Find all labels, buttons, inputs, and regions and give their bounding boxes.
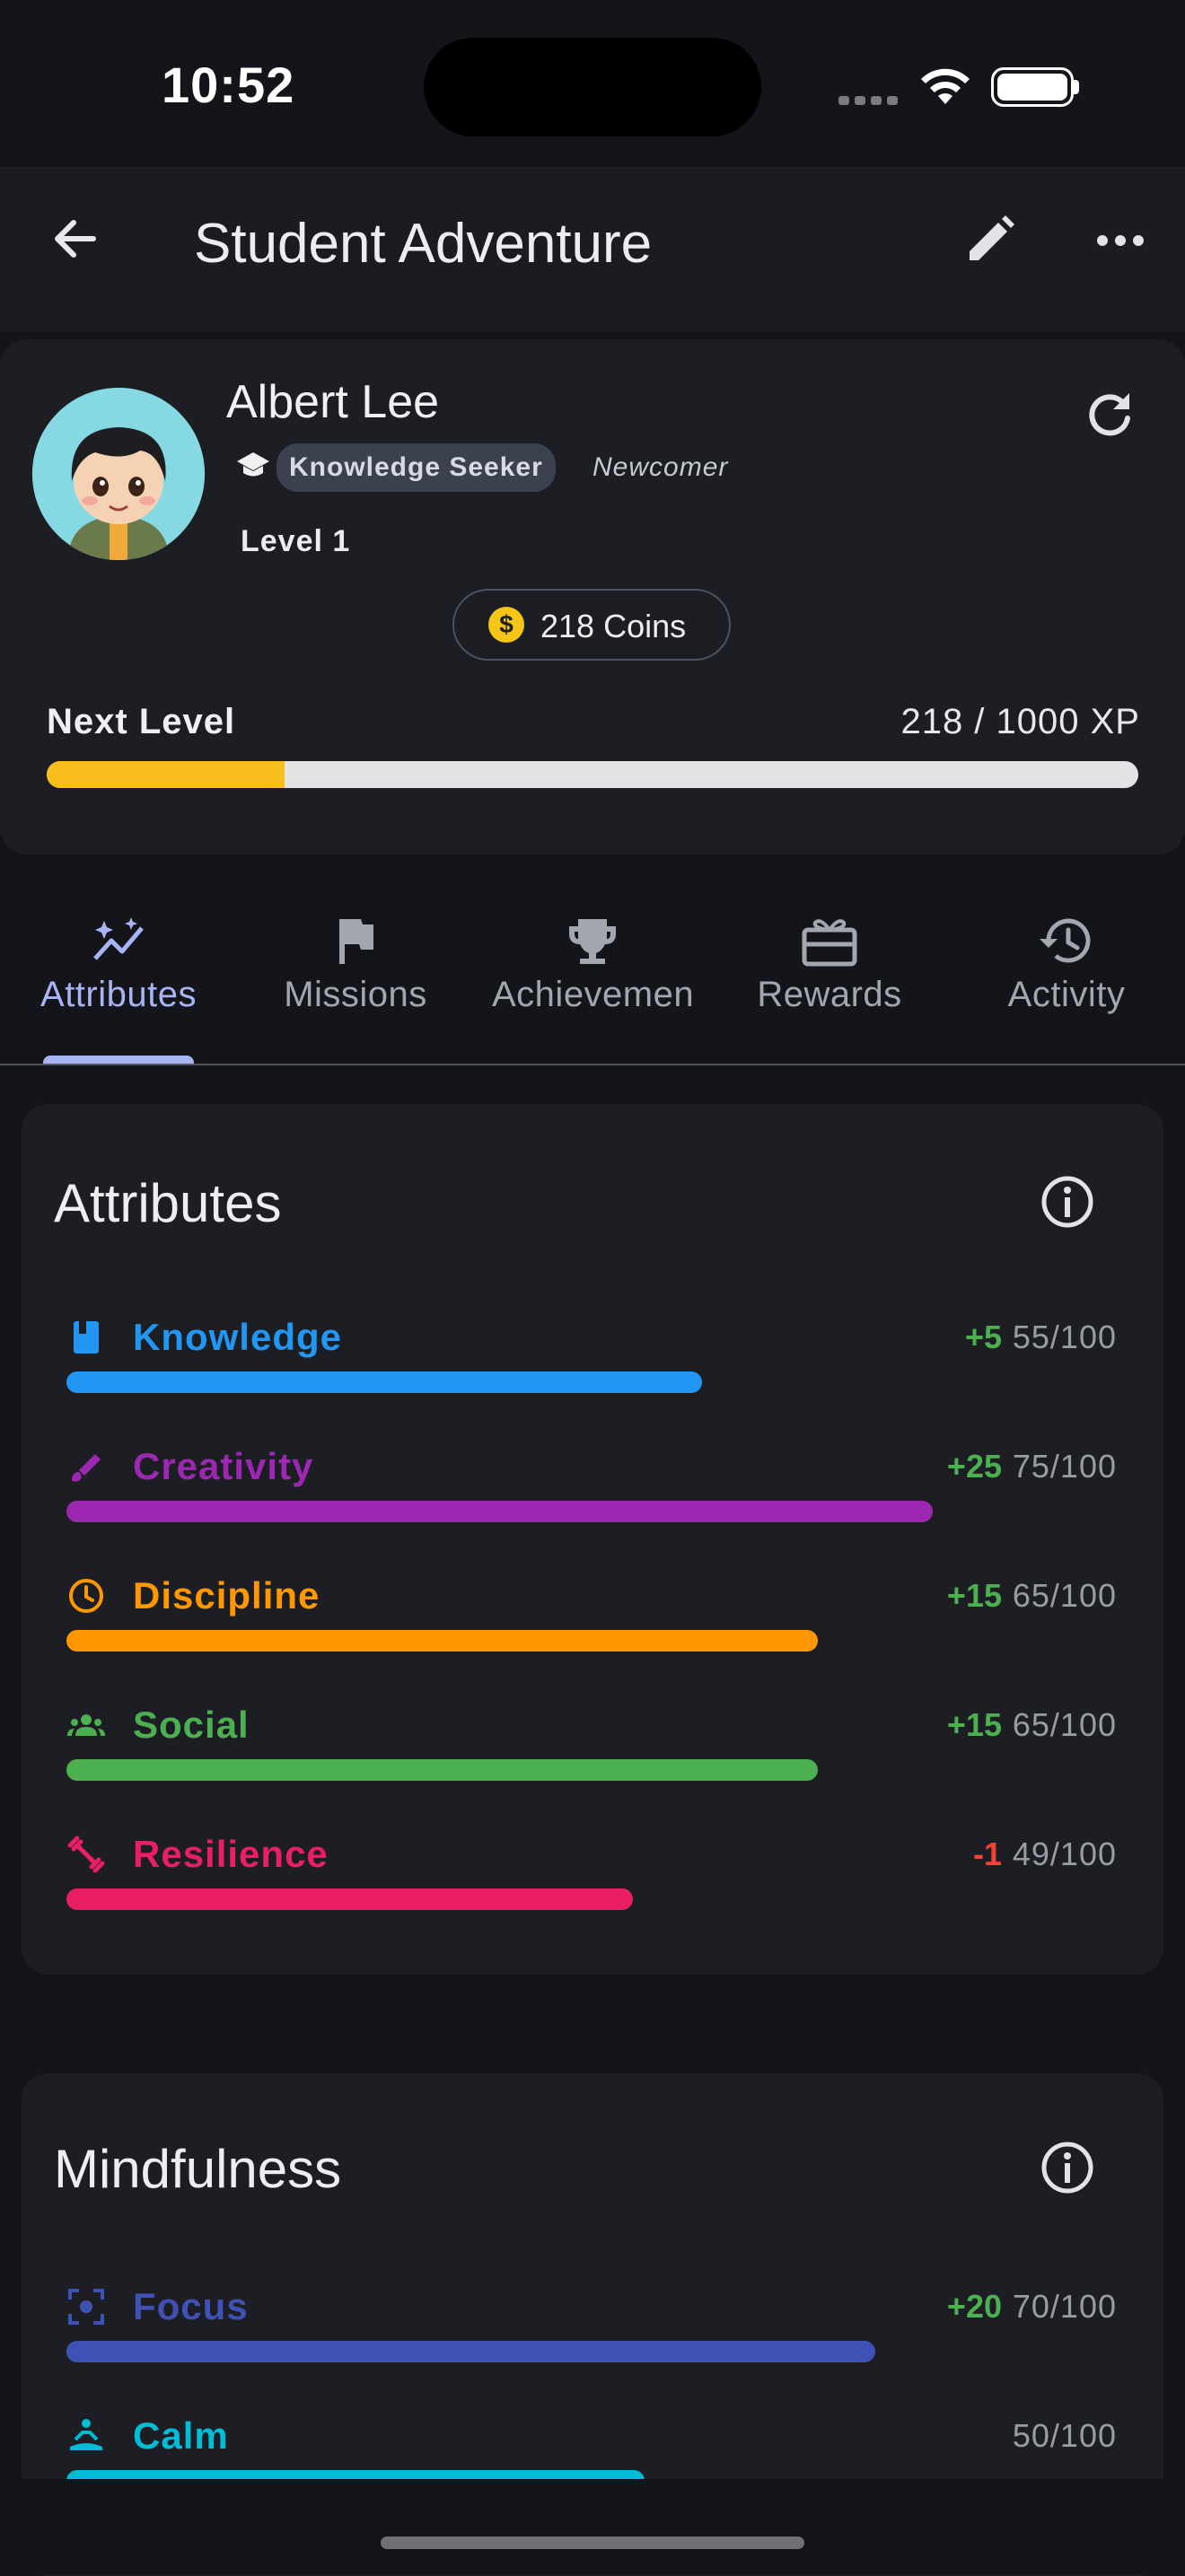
attribute-progress-bar (66, 1501, 933, 1522)
tab-divider (0, 1064, 1185, 1065)
next-level-label: Next Level (47, 702, 236, 741)
flag-icon (339, 919, 373, 964)
avatar-image (32, 388, 205, 560)
tab-rewards[interactable]: Rewards (711, 889, 948, 1065)
book-icon (74, 1321, 99, 1354)
mindfulness-title: Mindfulness (54, 2139, 342, 2199)
page-title: Student Adventure (194, 213, 653, 275)
attribute-value: 70/100 (1012, 2288, 1117, 2325)
attribute-row-knowledge: Knowledge +5 55/100 (22, 1318, 1163, 1425)
attributes-card: Attributes Knowledge +5 55/100 Creativit… (22, 1104, 1163, 1975)
attribute-row-resilience: Resilience -1 49/100 (22, 1835, 1163, 1942)
player-name: Albert Lee (226, 376, 440, 428)
dynamic-island (424, 38, 761, 136)
tab-label-missions: Missions (284, 975, 427, 1014)
attribute-delta: +20 (946, 2288, 1002, 2325)
attribute-name: Creativity (133, 1445, 314, 1487)
refresh-icon (1089, 393, 1130, 436)
attribute-name: Social (133, 1704, 250, 1746)
brush-icon (72, 1454, 101, 1482)
attribute-value: 55/100 (1012, 1319, 1117, 1355)
trophy-icon (569, 919, 616, 964)
tab-missions[interactable]: Missions (237, 889, 474, 1065)
attribute-progress-bar (66, 1888, 633, 1910)
rank-label: Newcomer (592, 452, 729, 482)
attribute-value: 65/100 (1012, 1706, 1117, 1743)
info-icon (1041, 2142, 1093, 2194)
tab-achievements[interactable]: Achievements (474, 889, 711, 1065)
attribute-delta: +15 (946, 1706, 1002, 1743)
attribute-delta: +25 (946, 1448, 1002, 1485)
attribute-row-discipline: Discipline +15 65/100 (22, 1576, 1163, 1684)
group-icon (67, 1714, 105, 1736)
focus-icon (68, 2289, 104, 2325)
attributes-title: Attributes (54, 1173, 282, 1233)
avatar[interactable] (32, 388, 205, 560)
attribute-row-social: Social +15 65/100 (22, 1705, 1163, 1813)
level-label: Level 1 (241, 524, 351, 558)
wifi-icon (917, 65, 973, 112)
attribute-delta: +15 (946, 1577, 1002, 1614)
xp-progress-fill (47, 761, 285, 788)
attribute-delta: +5 (964, 1319, 1002, 1355)
attribute-progress-bar (66, 2341, 875, 2362)
tab-label-achievements: Achievements (492, 975, 693, 1014)
home-indicator[interactable] (381, 2537, 804, 2549)
attribute-row-creativity: Creativity +25 75/100 (22, 1447, 1163, 1555)
battery-tip (1074, 80, 1079, 94)
attribute-value: 65/100 (1012, 1577, 1117, 1614)
attribute-row-focus: Focus +20 70/100 (22, 2287, 1163, 2395)
sparkle-chart-icon (93, 917, 144, 960)
info-icon (1041, 1176, 1093, 1228)
coins-label: 218 Coins (540, 608, 687, 644)
arrow-back-icon (55, 220, 96, 258)
back-button[interactable] (43, 206, 108, 271)
graduation-cap-icon (235, 451, 271, 486)
xp-progress-bar (47, 761, 1138, 788)
attribute-progress-bar (66, 1630, 818, 1652)
history-icon (1040, 918, 1091, 963)
more-horiz-icon (1097, 235, 1144, 246)
cellular-signal-icon (838, 93, 903, 110)
attribute-progress-bar (66, 1371, 702, 1393)
home-indicator-area (0, 2479, 1185, 2574)
mindfulness-info-button[interactable] (1036, 2136, 1099, 2199)
battery-icon (991, 67, 1074, 107)
attribute-progress-bar (66, 1759, 818, 1781)
meditation-icon (70, 2419, 102, 2450)
tab-label-activity: Activity (1007, 975, 1126, 1014)
clock-icon (69, 1579, 103, 1613)
attribute-delta: -1 (972, 1836, 1002, 1872)
tab-activity[interactable]: Activity (948, 889, 1185, 1065)
more-options-button[interactable] (1088, 208, 1153, 273)
refresh-button[interactable] (1077, 382, 1142, 447)
attribute-name: Resilience (133, 1833, 329, 1875)
status-time: 10:52 (162, 57, 295, 113)
attribute-name: Discipline (133, 1574, 320, 1617)
attribute-name: Knowledge (133, 1316, 343, 1358)
xp-readout: 218 / 1000 XP (900, 702, 1140, 741)
title-chip: Knowledge Seeker (276, 443, 556, 492)
edit-button[interactable] (957, 208, 1022, 273)
coin-icon: $ (488, 607, 524, 643)
tab-attributes[interactable]: Attributes (0, 889, 237, 1065)
attribute-value: 75/100 (1012, 1448, 1117, 1485)
attribute-value: 49/100 (1012, 1836, 1117, 1872)
attribute-name: Calm (133, 2414, 229, 2457)
tab-label-rewards: Rewards (757, 975, 902, 1014)
tab-bar: Attributes Missions Achievements Rewards… (0, 889, 1185, 1065)
gift-card-icon (802, 919, 857, 967)
attributes-info-button[interactable] (1036, 1170, 1099, 1233)
attribute-value: 50/100 (1012, 2417, 1117, 2454)
attribute-name: Focus (133, 2285, 249, 2327)
pencil-icon (970, 215, 1014, 260)
fitness-icon (67, 1836, 105, 1873)
tab-label-attributes: Attributes (40, 975, 197, 1014)
